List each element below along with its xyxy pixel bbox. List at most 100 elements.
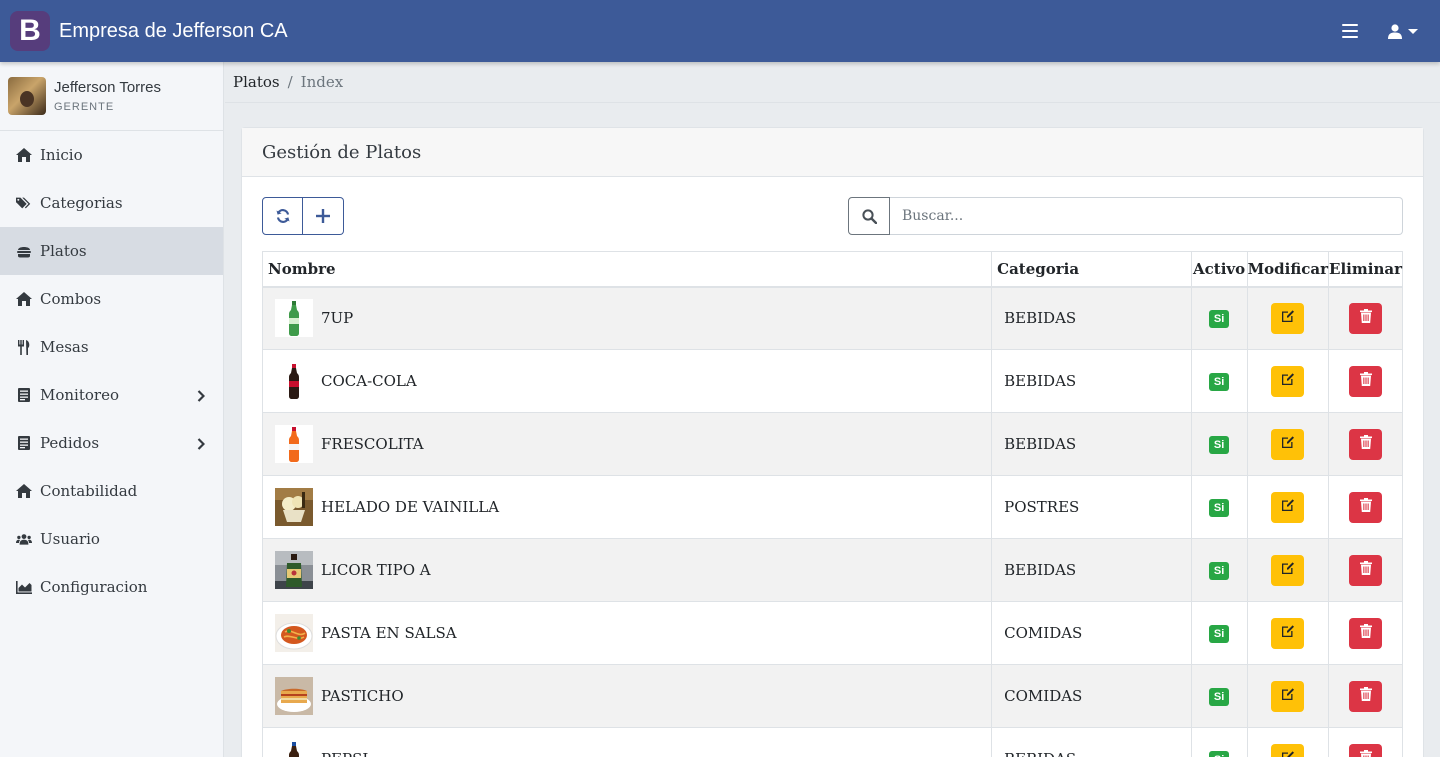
delete-button[interactable] <box>1349 428 1383 460</box>
delete-button[interactable] <box>1349 491 1383 523</box>
edit-button[interactable] <box>1271 554 1305 586</box>
edit-button[interactable] <box>1271 491 1305 523</box>
cell-eliminar <box>1328 538 1403 602</box>
edit-icon <box>1281 498 1295 516</box>
breadcrumb-current: Index <box>300 73 344 91</box>
cell-activo: Si <box>1190 727 1248 757</box>
search-input[interactable] <box>890 197 1403 235</box>
sidebar-item-platos[interactable]: Platos <box>0 227 223 275</box>
sidebar-item-combos[interactable]: Combos <box>0 275 223 323</box>
product-name: PEPSI <box>321 750 368 757</box>
cell-categoria: BEBIDAS <box>991 349 1192 413</box>
list-icon <box>16 387 32 403</box>
product-thumbnail <box>275 425 313 463</box>
delete-button[interactable] <box>1349 743 1383 757</box>
platos-table: Nombre Categoria Activo Modificar Elimin… <box>261 251 1403 757</box>
user-name: Jefferson Torres <box>54 79 161 96</box>
cell-eliminar <box>1328 349 1403 413</box>
sidebar-item-configuracion[interactable]: Configuracion <box>0 563 223 611</box>
delete-button[interactable] <box>1349 617 1383 649</box>
column-header-modificar: Modificar <box>1246 251 1330 288</box>
sidebar-item-monitoreo[interactable]: Monitoreo <box>0 371 223 419</box>
refresh-button[interactable] <box>262 197 303 235</box>
search-button[interactable] <box>848 197 890 235</box>
cell-nombre: PASTICHO <box>261 664 993 728</box>
cell-nombre: COCA-COLA <box>261 349 993 413</box>
trash-icon <box>1359 435 1372 453</box>
edit-icon <box>1281 687 1295 705</box>
delete-button[interactable] <box>1349 680 1383 712</box>
table-row: LICOR TIPO A BEBIDAS Si <box>261 538 1403 602</box>
product-name: PASTA EN SALSA <box>321 624 457 642</box>
column-header-nombre[interactable]: Nombre <box>261 251 993 288</box>
product-name: FRESCOLITA <box>321 435 424 453</box>
cell-eliminar <box>1328 727 1403 757</box>
edit-icon <box>1281 750 1295 757</box>
breadcrumb: Platos / Index <box>225 62 1440 103</box>
delete-button[interactable] <box>1349 365 1383 397</box>
tags-icon <box>16 195 32 211</box>
edit-button[interactable] <box>1271 617 1305 649</box>
edit-button[interactable] <box>1271 680 1305 712</box>
sidebar-item-usuario[interactable]: Usuario <box>0 515 223 563</box>
cell-activo: Si <box>1190 475 1248 539</box>
cell-modificar <box>1246 475 1330 539</box>
cell-eliminar <box>1328 475 1403 539</box>
cell-categoria: BEBIDAS <box>991 412 1192 476</box>
sidebar-item-pedidos[interactable]: Pedidos <box>0 419 223 467</box>
brand-logo-icon[interactable]: B <box>10 11 50 51</box>
trash-icon <box>1359 561 1372 579</box>
table-row: PASTICHO COMIDAS Si <box>261 664 1403 728</box>
status-badge: Si <box>1208 436 1230 454</box>
burger-icon <box>16 243 32 259</box>
home-icon <box>16 147 32 163</box>
search-icon <box>861 208 877 224</box>
cell-modificar <box>1246 412 1330 476</box>
product-thumbnail <box>275 362 313 400</box>
sidebar-item-mesas[interactable]: Mesas <box>0 323 223 371</box>
edit-button[interactable] <box>1271 302 1305 334</box>
app-title[interactable]: Empresa de Jefferson CA <box>59 20 288 43</box>
breadcrumb-platos-link[interactable]: Platos <box>233 73 280 91</box>
sidebar-item-inicio[interactable]: Inicio <box>0 131 223 179</box>
edit-button[interactable] <box>1271 365 1305 397</box>
platos-card: Gestión de Platos Buscar... Nombre Categ… <box>241 127 1424 757</box>
add-plato-button[interactable] <box>303 197 344 235</box>
delete-button[interactable] <box>1349 554 1383 586</box>
edit-button[interactable] <box>1271 428 1305 460</box>
user-dropdown-button[interactable] <box>1388 23 1418 39</box>
cell-activo: Si <box>1190 538 1248 602</box>
sidebar-item-label: Platos <box>40 242 87 260</box>
cell-nombre: HELADO DE VAINILLA <box>261 475 993 539</box>
card-title: Gestión de Platos <box>242 128 1423 177</box>
cell-modificar <box>1246 538 1330 602</box>
trash-icon <box>1359 750 1372 757</box>
trash-icon <box>1359 309 1372 327</box>
product-thumbnail <box>275 677 313 715</box>
chevron-right-icon <box>197 388 206 406</box>
menu-toggle-icon[interactable] <box>1342 24 1358 38</box>
cell-eliminar <box>1328 412 1403 476</box>
product-name: PASTICHO <box>321 687 404 705</box>
column-header-eliminar: Eliminar <box>1328 251 1403 288</box>
column-header-categoria[interactable]: Categoria <box>991 251 1192 288</box>
table-row: PEPSI BEBIDAS Si <box>261 727 1403 757</box>
column-header-activo[interactable]: Activo <box>1190 251 1248 288</box>
delete-button[interactable] <box>1349 302 1383 334</box>
cell-modificar <box>1246 349 1330 413</box>
product-thumbnail <box>275 740 313 757</box>
table-row: FRESCOLITA BEBIDAS Si <box>261 412 1403 476</box>
cell-nombre: PASTA EN SALSA <box>261 601 993 665</box>
cell-modificar <box>1246 664 1330 728</box>
cell-activo: Si <box>1190 601 1248 665</box>
cell-categoria: COMIDAS <box>991 601 1192 665</box>
sidebar-item-contabilidad[interactable]: Contabilidad <box>0 467 223 515</box>
sidebar-item-categorias[interactable]: Categorias <box>0 179 223 227</box>
cell-eliminar <box>1328 286 1403 350</box>
cell-eliminar <box>1328 664 1403 728</box>
cell-categoria: BEBIDAS <box>991 286 1192 350</box>
product-thumbnail <box>275 614 313 652</box>
home-icon <box>16 291 32 307</box>
status-badge: Si <box>1208 373 1230 391</box>
edit-button[interactable] <box>1271 743 1305 757</box>
